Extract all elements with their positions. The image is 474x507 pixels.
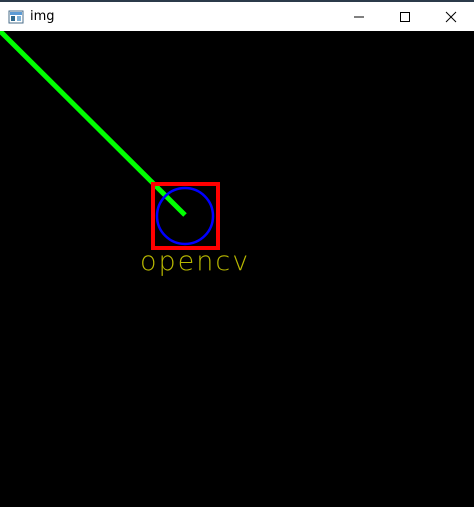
app-icon <box>8 9 24 25</box>
image-window: img opencv <box>0 0 474 507</box>
title-bar[interactable]: img <box>0 2 474 31</box>
window-title: img <box>30 9 55 24</box>
opencv-text: opencv <box>140 246 250 277</box>
maximize-icon <box>400 11 410 22</box>
window-controls <box>336 2 474 31</box>
image-canvas: opencv <box>0 31 474 507</box>
drawing-surface: opencv <box>0 31 474 507</box>
maximize-button[interactable] <box>382 2 428 31</box>
minimize-icon <box>354 16 364 17</box>
close-icon <box>445 11 457 22</box>
minimize-button[interactable] <box>336 2 382 31</box>
close-button[interactable] <box>428 2 474 31</box>
